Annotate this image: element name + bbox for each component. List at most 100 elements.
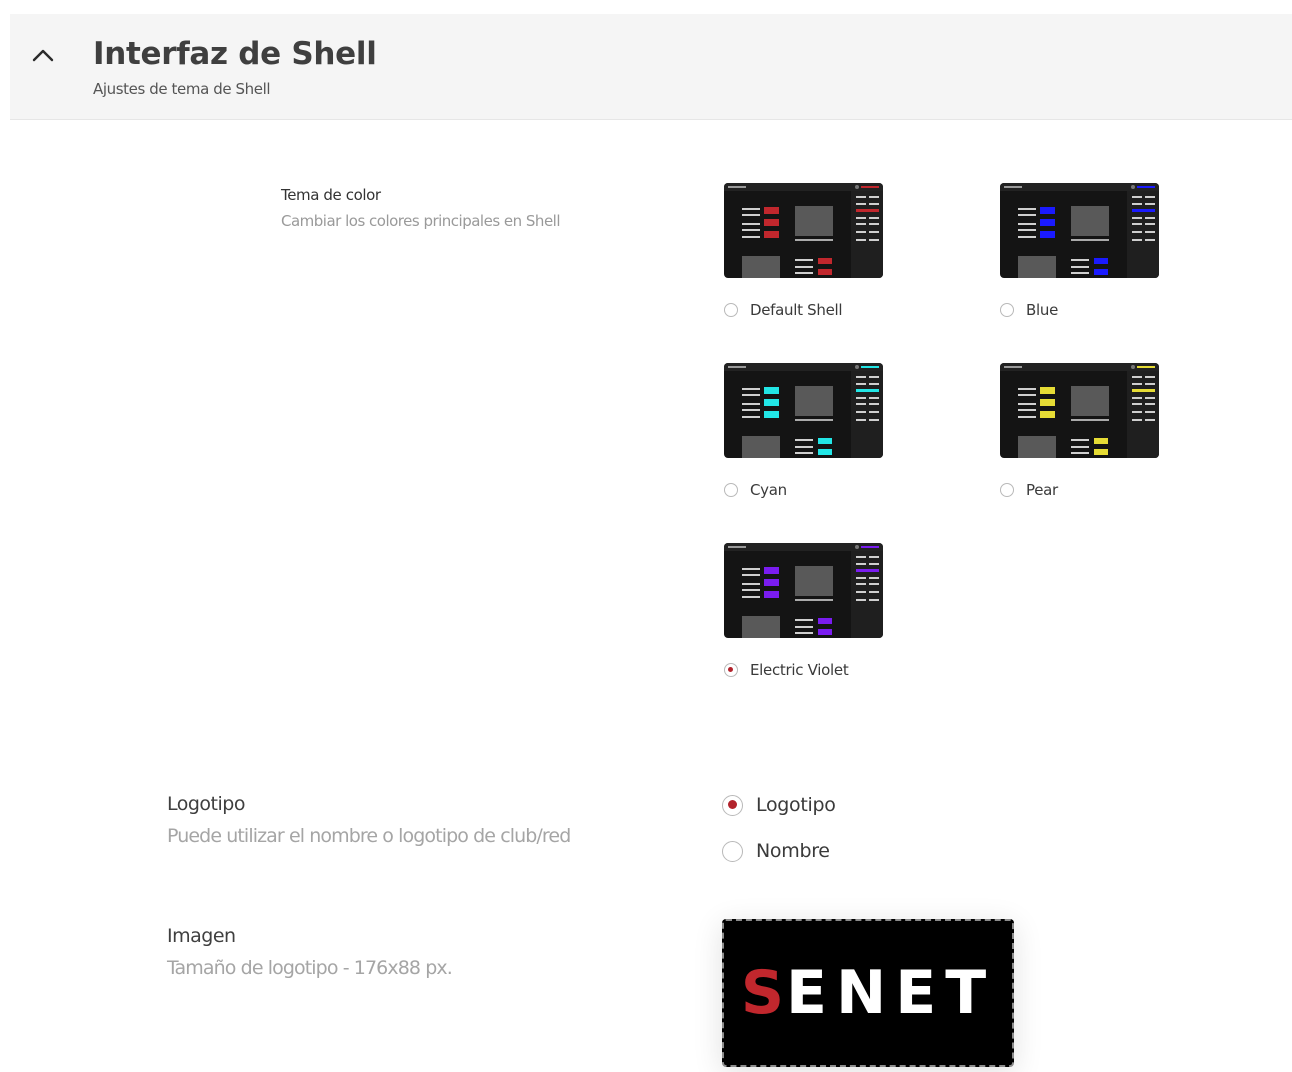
- thumbnail-shape: [1145, 411, 1155, 413]
- theme-option[interactable]: Electric Violet: [724, 543, 924, 693]
- thumbnail-shape: [818, 258, 832, 264]
- thumbnail-shape: [856, 376, 866, 378]
- theme-option-label: Blue: [1026, 301, 1058, 319]
- thumbnail-shape: [1018, 436, 1056, 458]
- theme-option[interactable]: Default Shell: [724, 183, 924, 333]
- theme-radio-row[interactable]: Blue: [1000, 300, 1058, 320]
- thumbnail-shape: [869, 563, 879, 565]
- logo-radio-nombre[interactable]: [722, 840, 743, 862]
- thumbnail-shape: [856, 577, 866, 579]
- thumbnail-shape: [724, 363, 883, 371]
- thumbnail-shape: [856, 563, 866, 565]
- thumbnail-shape: [1131, 365, 1135, 369]
- thumbnail-shape: [795, 419, 833, 421]
- thumbnail-shape: [856, 556, 866, 558]
- theme-preview-thumbnail[interactable]: [1000, 183, 1159, 278]
- logo-upload-area[interactable]: S ENET: [722, 919, 1014, 1067]
- thumbnail-shape: [856, 569, 879, 572]
- thumbnail-shape: [869, 556, 879, 558]
- thumbnail-shape: [1071, 266, 1089, 268]
- thumbnail-shape: [1018, 388, 1036, 390]
- thumbnail-shape: [1018, 256, 1056, 278]
- thumbnail-shape: [1018, 394, 1036, 396]
- thumbnail-shape: [742, 409, 760, 411]
- thumbnail-shape: [764, 567, 779, 574]
- thumbnail-shape: [856, 397, 866, 399]
- theme-preview-thumbnail[interactable]: [724, 543, 883, 638]
- theme-radio-row[interactable]: Default Shell: [724, 300, 843, 320]
- thumbnail-shape: [742, 403, 760, 405]
- theme-radio-row[interactable]: Electric Violet: [724, 660, 849, 680]
- thumbnail-shape: [869, 196, 879, 198]
- theme-radio[interactable]: [724, 483, 738, 497]
- theme-preview-thumbnail[interactable]: [724, 363, 883, 458]
- theme-radio-row[interactable]: Cyan: [724, 480, 787, 500]
- theme-preview-thumbnail[interactable]: [1000, 363, 1159, 458]
- logo-option-logotipo[interactable]: Logotipo: [722, 794, 836, 816]
- thumbnail-shape: [1000, 363, 1159, 371]
- theme-radio[interactable]: [724, 303, 738, 317]
- thumbnail-shape: [855, 365, 859, 369]
- thumbnail-shape: [856, 239, 866, 241]
- thumbnail-shape: [728, 546, 746, 548]
- thumbnail-shape: [869, 411, 879, 413]
- thumbnail-shape: [1132, 217, 1142, 219]
- thumbnail-shape: [856, 599, 866, 601]
- theme-option-label: Cyan: [750, 481, 787, 499]
- theme-radio[interactable]: [724, 663, 738, 677]
- theme-radio-row[interactable]: Pear: [1000, 480, 1058, 500]
- thumbnail-shape: [795, 266, 813, 268]
- thumbnail-shape: [1040, 399, 1055, 406]
- collapse-button[interactable]: [30, 42, 56, 68]
- thumbnail-shape: [1132, 419, 1142, 421]
- theme-option-label: Default Shell: [750, 301, 843, 319]
- logo-radio-logotipo[interactable]: [722, 794, 743, 816]
- thumbnail-shape: [856, 383, 866, 385]
- thumbnail-shape: [1137, 186, 1155, 188]
- logo-label: Logotipo: [167, 793, 245, 815]
- thumbnail-shape: [1040, 411, 1055, 418]
- thumbnail-shape: [1145, 217, 1155, 219]
- thumbnail-shape: [795, 626, 813, 628]
- thumbnail-shape: [795, 599, 833, 601]
- thumbnail-shape: [856, 583, 866, 585]
- thumbnail-shape: [1132, 397, 1142, 399]
- thumbnail-shape: [869, 217, 879, 219]
- logo-option-nombre[interactable]: Nombre: [722, 840, 830, 862]
- thumbnail-shape: [1018, 409, 1036, 411]
- thumbnail-shape: [1145, 239, 1155, 241]
- thumbnail-shape: [856, 203, 866, 205]
- theme-option[interactable]: Cyan: [724, 363, 924, 513]
- thumbnail-shape: [1132, 389, 1155, 392]
- thumbnail-shape: [856, 389, 879, 392]
- thumbnail-shape: [1018, 214, 1036, 216]
- thumbnail-shape: [856, 223, 866, 225]
- thumbnail-shape: [1132, 223, 1142, 225]
- thumbnail-shape: [1018, 236, 1036, 238]
- thumbnail-shape: [742, 436, 780, 458]
- thumbnail-shape: [742, 214, 760, 216]
- theme-radio[interactable]: [1000, 483, 1014, 497]
- thumbnail-shape: [818, 449, 832, 455]
- theme-radio[interactable]: [1000, 303, 1014, 317]
- thumbnail-shape: [856, 591, 866, 593]
- thumbnail-shape: [764, 207, 779, 214]
- thumbnail-shape: [764, 219, 779, 226]
- thumbnail-shape: [1040, 219, 1055, 226]
- thumbnail-shape: [855, 185, 859, 189]
- thumbnail-shape: [869, 231, 879, 233]
- thumbnail-shape: [869, 419, 879, 421]
- theme-option[interactable]: Pear: [1000, 363, 1200, 513]
- thumbnail-shape: [1018, 416, 1036, 418]
- thumbnail-shape: [1018, 208, 1036, 210]
- theme-preview-thumbnail[interactable]: [724, 183, 883, 278]
- color-theme-label: Tema de color: [281, 186, 381, 204]
- thumbnail-shape: [742, 236, 760, 238]
- theme-option[interactable]: Blue: [1000, 183, 1200, 333]
- thumbnail-shape: [818, 618, 832, 624]
- thumbnail-shape: [795, 206, 833, 236]
- thumbnail-shape: [1018, 223, 1036, 225]
- thumbnail-shape: [1145, 397, 1155, 399]
- thumbnail-shape: [1004, 366, 1022, 368]
- thumbnail-shape: [764, 411, 779, 418]
